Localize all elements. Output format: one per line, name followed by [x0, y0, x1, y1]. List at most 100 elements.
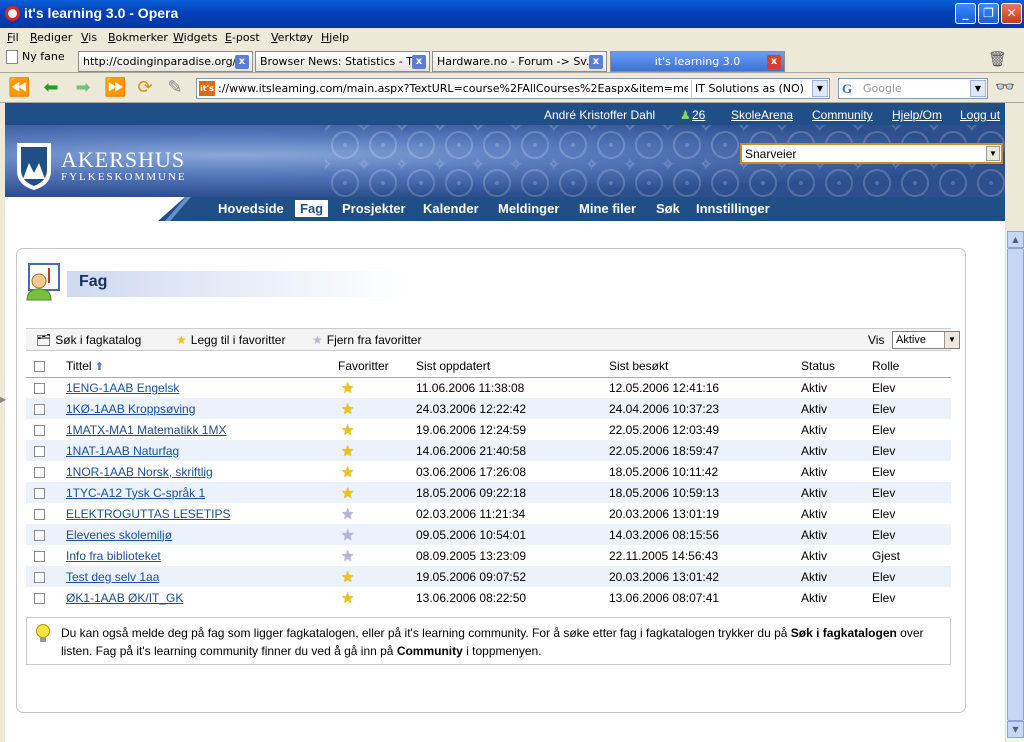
row-checkbox[interactable] [34, 383, 45, 395]
tab-close-icon[interactable]: x [589, 55, 603, 69]
logo-text[interactable]: AKERSHUS FYLKESKOMMUNE [61, 147, 187, 183]
menu-vis[interactable]: Vis [81, 31, 97, 44]
help-link[interactable]: Hjelp/Om [892, 108, 942, 122]
scroll-up-icon[interactable]: ▲ [1007, 231, 1024, 248]
nav-mine-filer[interactable]: Mine filer [579, 201, 636, 216]
row-checkbox[interactable] [34, 424, 45, 436]
favorite-star-icon[interactable]: ★ [341, 506, 354, 523]
scroll-down-icon[interactable]: ▼ [1007, 721, 1024, 738]
tab-close-icon[interactable]: x [412, 55, 426, 69]
row-checkbox[interactable] [34, 445, 45, 457]
course-link[interactable]: 1TYC-A12 Tysk C-språk 1 [66, 486, 205, 500]
favorite-star-icon[interactable]: ★ [341, 422, 354, 439]
select-all-checkbox[interactable] [34, 361, 45, 373]
menu-rediger[interactable]: Rediger [30, 31, 72, 44]
favorite-star-icon[interactable]: ★ [341, 380, 354, 397]
skolearena-link[interactable]: SkoleArena [731, 108, 793, 122]
filter-select[interactable]: Aktive ▼ [892, 331, 960, 349]
row-checkbox[interactable] [34, 487, 45, 499]
row-checkbox[interactable] [34, 403, 45, 415]
favorite-star-icon[interactable]: ★ [341, 590, 354, 607]
tab-itslearning[interactable]: it's learning 3.0 x [610, 51, 785, 72]
course-link[interactable]: ØK1-1AAB ØK/IT_GK [66, 591, 183, 605]
menu-epost[interactable]: E-post [225, 31, 260, 44]
nav-prosjekter[interactable]: Prosjekter [342, 201, 406, 216]
panel-handle-icon[interactable]: ▶ [0, 395, 6, 407]
row-checkbox[interactable] [34, 508, 45, 520]
address-url[interactable]: ://www.itsleaming.com/main.aspx?TextURL=… [218, 82, 688, 95]
new-tab-button[interactable]: Ny fane [6, 50, 65, 64]
favorite-star-icon[interactable]: ★ [341, 443, 354, 460]
rewind-icon[interactable]: ⏪ [8, 78, 30, 98]
zoom-glasses-icon[interactable]: 👓 [994, 77, 1016, 97]
community-link[interactable]: Community [812, 108, 873, 122]
menu-widgets[interactable]: Widgets [173, 31, 217, 44]
row-checkbox[interactable] [34, 466, 45, 478]
favorite-star-icon[interactable]: ★ [341, 548, 354, 565]
course-link[interactable]: 1KØ-1AAB Kroppsøving [66, 402, 195, 416]
site-identity[interactable]: IT Solutions as (NO) [691, 80, 811, 97]
course-link[interactable]: 1NOR-1AAB Norsk, skriftlig [66, 465, 213, 479]
favorite-star-icon[interactable]: ★ [341, 569, 354, 586]
favorite-star-icon[interactable]: ★ [341, 401, 354, 418]
maximize-button[interactable]: ❐ [978, 3, 999, 24]
course-link[interactable]: Info fra biblioteket [66, 549, 161, 563]
favorite-star-icon[interactable]: ★ [341, 464, 354, 481]
tab-browser-news[interactable]: Browser News: Statistics - Tr... x [255, 51, 430, 72]
reload-icon[interactable]: ⟳ [134, 78, 156, 98]
back-icon[interactable]: ⬅ [40, 78, 62, 98]
menu-bokmerker[interactable]: Bokmerker [108, 31, 168, 44]
row-checkbox[interactable] [34, 550, 45, 562]
course-link[interactable]: 1MATX-MA1 Matematikk 1MX [66, 423, 226, 437]
nav-innstillinger[interactable]: Innstillinger [696, 201, 770, 216]
tab-close-icon[interactable]: x [767, 55, 781, 69]
nav-kalender[interactable]: Kalender [423, 201, 479, 216]
course-link[interactable]: 1NAT-1AAB Naturfag [66, 444, 179, 458]
fast-forward-icon[interactable]: ⏩ [104, 78, 126, 98]
menu-fil[interactable]: Fil [7, 31, 19, 44]
row-checkbox[interactable] [34, 592, 45, 604]
tab-close-icon[interactable]: x [235, 55, 249, 69]
search-catalog-button[interactable]: 🗂 Søk i fagkatalog [36, 333, 141, 347]
trash-icon[interactable]: 🗑 [988, 50, 1007, 68]
favorite-star-icon[interactable]: ★ [341, 527, 354, 544]
online-count-link[interactable]: 26 [692, 108, 705, 122]
address-dropdown-icon[interactable]: ▼ [812, 80, 828, 97]
filter-dropdown-icon[interactable]: ▼ [944, 332, 959, 348]
menu-verktoy[interactable]: Verktøy [271, 31, 313, 44]
nav-sok[interactable]: Søk [656, 201, 680, 216]
tab-codinginparadise[interactable]: http://codinginparadise.org/... x [78, 51, 253, 72]
minimize-button[interactable]: _ [955, 3, 976, 24]
nav-meldinger[interactable]: Meldinger [498, 201, 559, 216]
address-field[interactable]: it's ://www.itsleaming.com/main.aspx?Tex… [196, 78, 830, 99]
logout-link[interactable]: Logg ut [960, 108, 1000, 122]
favorite-star-icon[interactable]: ★ [341, 485, 354, 502]
nav-fag[interactable]: Fag [295, 200, 329, 217]
row-checkbox[interactable] [34, 529, 45, 541]
menu-hjelp[interactable]: Hjelp [321, 31, 349, 44]
add-favorite-button[interactable]: ★ Legg til i favoritter [176, 333, 285, 347]
row-checkbox[interactable] [34, 571, 45, 583]
content-panel: Fag 🗂 Søk i fagkatalog ★ Legg til i favori… [16, 248, 966, 713]
search-field[interactable]: G Google ▼ [838, 78, 988, 99]
search-dropdown-icon[interactable]: ▼ [970, 80, 986, 97]
col-title[interactable]: Tittel ⬆ [66, 355, 338, 378]
course-link[interactable]: Test deg selv 1aa [66, 570, 159, 584]
akershus-shield-icon[interactable] [15, 141, 53, 191]
remove-favorite-button[interactable]: ★ Fjern fra favoritter [312, 333, 421, 347]
scroll-thumb[interactable] [1007, 248, 1024, 721]
course-link[interactable]: ELEKTROGUTTAS LESETIPS [66, 507, 230, 521]
course-link[interactable]: 1ENG-1AAB Engelsk [66, 381, 179, 395]
shortcuts-dropdown-icon[interactable]: ▼ [986, 146, 1000, 161]
sort-up-icon[interactable]: ⬆ [95, 361, 104, 373]
edit-icon[interactable]: ✎ [164, 78, 186, 98]
forward-icon[interactable]: ➡ [72, 78, 94, 98]
shortcuts-select[interactable]: Snarveier ▼ [740, 143, 1003, 164]
tab-hardware-forum[interactable]: Hardware.no - Forum -> Sv... x [432, 51, 607, 72]
window-titlebar[interactable]: it's learning 3.0 - Opera _ ❐ ✕ [0, 0, 1024, 28]
nav-hovedside[interactable]: Hovedside [218, 201, 284, 216]
online-users-icon[interactable]: ♟ [680, 108, 691, 122]
course-link[interactable]: Elevenes skolemiljø [66, 528, 172, 542]
vertical-scrollbar[interactable]: ▲ ▼ [1005, 231, 1024, 742]
close-window-button[interactable]: ✕ [1001, 3, 1022, 24]
